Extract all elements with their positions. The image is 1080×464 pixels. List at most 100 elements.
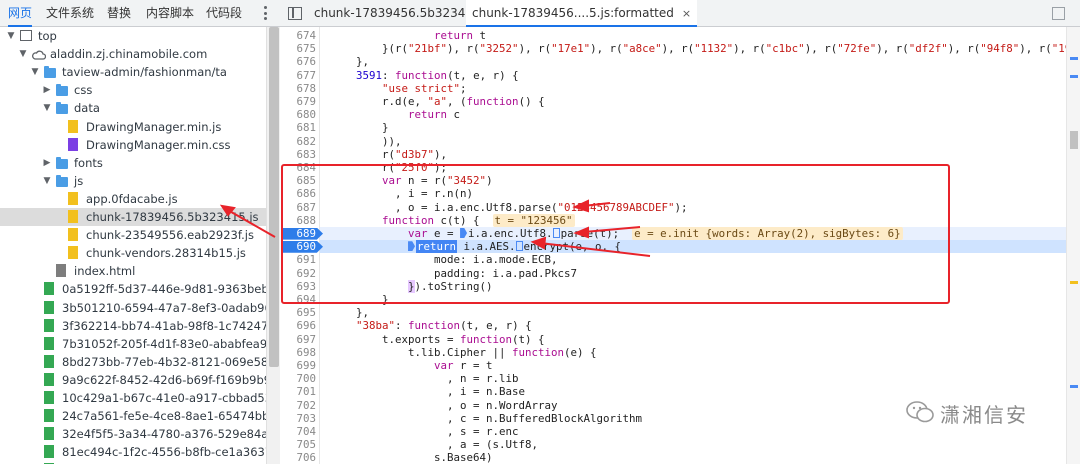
tab-page[interactable]: 网页 [8,0,33,27]
code-line[interactable]: return t [330,29,486,42]
code-line[interactable]: "38ba": function(t, e, r) { [330,319,532,332]
code-line[interactable]: }, [330,306,369,319]
code-line[interactable]: 3591: function(t, e, r) { [330,69,519,82]
code-line[interactable]: padding: i.a.pad.Pkcs7 [330,267,577,280]
tree-item[interactable]: 7b31052f-205f-4d1f-83e0-ababfea9e6ba [0,335,266,353]
line-number[interactable]: 691 [280,253,316,266]
code-line[interactable]: }(r("21bf"), r("3252"), r("17e1"), r("a8… [330,42,1066,55]
tab-filesystem[interactable]: 文件系统 [46,0,94,27]
tree-item[interactable]: 9a9c622f-8452-42d6-b69f-f169b9b9d603 [0,371,266,389]
line-number[interactable]: 674 [280,29,316,42]
tree-item[interactable]: ▼ top [0,27,266,45]
code-line[interactable]: , s = r.enc [330,425,519,438]
code-line[interactable]: , o = i.a.enc.Utf8.parse("0123456789ABCD… [330,201,688,214]
line-number[interactable]: 692 [280,267,316,280]
toggle-navigator-icon[interactable] [288,7,302,20]
line-number[interactable]: 700 [280,372,316,385]
tree-item[interactable]: ▼ js [0,172,266,190]
editor-tab-formatted[interactable]: chunk-17839456....5.js:formatted × [466,0,698,27]
line-number[interactable]: 684 [280,161,316,174]
line-number[interactable]: 688 [280,214,316,227]
line-number[interactable]: 697 [280,333,316,346]
line-number[interactable]: 680 [280,108,316,121]
line-number[interactable]: 679 [280,95,316,108]
code-line[interactable]: , o = n.WordArray [330,399,558,412]
line-number[interactable]: 706 [280,451,316,464]
code-line[interactable]: , a = (s.Utf8, [330,438,538,451]
line-number[interactable]: 683 [280,148,316,161]
line-number[interactable]: 682 [280,135,316,148]
line-number[interactable]: 698 [280,346,316,359]
code-line[interactable]: }, [330,55,369,68]
tab-snippets[interactable]: 代码段 [206,0,242,27]
line-number[interactable]: 678 [280,82,316,95]
line-number[interactable]: 676 [280,55,316,68]
expanded-arrow-icon[interactable]: ▼ [30,63,40,81]
tree-item[interactable]: chunk-17839456.5b323415.js [0,208,266,226]
line-number[interactable]: 695 [280,306,316,319]
line-gutter[interactable]: 674 675 676 677 678 679 680 681 682 683 684 685 686 6… [280,27,323,464]
code-line[interactable]: t.lib.Cipher || function(e) { [330,346,597,359]
code-line[interactable]: )), [330,135,402,148]
collapsed-arrow-icon[interactable]: ▶ [42,154,52,172]
code-line[interactable]: } [330,121,389,134]
tree-item[interactable]: ▼ aladdin.zj.chinamobile.com [0,45,266,63]
code-line[interactable]: , i = n.Base [330,385,525,398]
line-number[interactable]: 705 [280,438,316,451]
code-line[interactable]: var e = i.a.enc.Utf8. parse(t); e = e.ini… [330,227,903,240]
tree-item[interactable]: 3f362214-bb74-41ab-98f8-1c74247bf65b [0,317,266,335]
tree-item[interactable]: chunk-23549556.eab2923f.js [0,226,266,244]
tree-item[interactable]: ▶ css [0,81,266,99]
code-line[interactable]: t.exports = function(t) { [330,333,545,346]
tree-item[interactable]: 81ec494c-1f2c-4556-b8fb-ce1a3637c253 [0,443,266,461]
tree-item[interactable]: 0a5192ff-5d37-446e-9d81-9363bebb54cb [0,280,266,298]
line-number[interactable]: 696 [280,319,316,332]
line-number[interactable]: 690 [280,240,316,253]
scrollbar-thumb[interactable] [1070,131,1078,149]
tree-item[interactable]: ▶ fonts [0,154,266,172]
line-number[interactable]: 701 [280,385,316,398]
line-number[interactable]: 675 [280,42,316,55]
more-options-icon[interactable] [260,4,272,22]
tree-item[interactable]: 8bd273bb-77eb-4b32-8121-069e58077d59 [0,353,266,371]
tree-item[interactable]: 24c7a561-fe5e-4ce8-8ae1-65474bb9382c [0,407,266,425]
tree-item[interactable]: 32e4f5f5-3a34-4780-a376-529e84ac204a [0,425,266,443]
code-line[interactable]: , i = r.n(n) [330,187,473,200]
expanded-arrow-icon[interactable]: ▼ [6,27,16,45]
line-number[interactable]: 687 [280,201,316,214]
code-line[interactable]: return c [330,108,460,121]
collapsed-arrow-icon[interactable]: ▶ [42,81,52,99]
code-line[interactable]: mode: i.a.mode.ECB, [330,253,558,266]
tree-item[interactable]: 3b501210-6594-47a7-8ef3-0adab96c558c [0,299,266,317]
code-line[interactable]: } [330,293,389,306]
code-line[interactable]: return i.a.AES. encrypt(e, o, { [330,240,621,254]
tree-item[interactable]: chunk-vendors.28314b15.js [0,244,266,262]
line-number[interactable]: 704 [280,425,316,438]
line-number[interactable]: 694 [280,293,316,306]
line-number[interactable]: 677 [280,69,316,82]
line-number[interactable]: 686 [280,187,316,200]
code-line[interactable]: r.d(e, "a", (function() { [330,95,545,108]
tree-item[interactable]: ▼ taview-admin/fashionman/ta [0,63,266,81]
tab-content-scripts[interactable]: 内容脚本 [146,0,194,27]
code-line[interactable]: }).toString() [330,279,493,293]
code-line[interactable]: r("25f0"); [330,161,447,174]
code-line[interactable]: function c(t) { t = "123456" [330,213,575,227]
code-line[interactable]: var n = r("3452") [330,174,493,187]
code-line[interactable]: var r = t [330,359,493,372]
line-number[interactable]: 681 [280,121,316,134]
code-line[interactable]: , n = r.lib [330,372,519,385]
code-line[interactable]: "use strict"; [330,82,467,95]
expanded-arrow-icon[interactable]: ▼ [42,172,52,190]
line-number[interactable]: 685 [280,174,316,187]
close-tab-icon[interactable]: × [682,0,691,27]
expanded-arrow-icon[interactable]: ▼ [18,45,28,63]
code-line[interactable]: r("d3b7"), [330,148,447,161]
tab-overrides[interactable]: 替换 [107,0,131,27]
line-number[interactable]: 699 [280,359,316,372]
code-line[interactable]: , c = n.BufferedBlockAlgorithm [330,412,642,425]
tree-item[interactable]: DrawingManager.min.css [0,136,266,154]
line-number[interactable]: 702 [280,399,316,412]
tree-item[interactable]: ▼ data [0,99,266,117]
line-number[interactable]: 703 [280,412,316,425]
